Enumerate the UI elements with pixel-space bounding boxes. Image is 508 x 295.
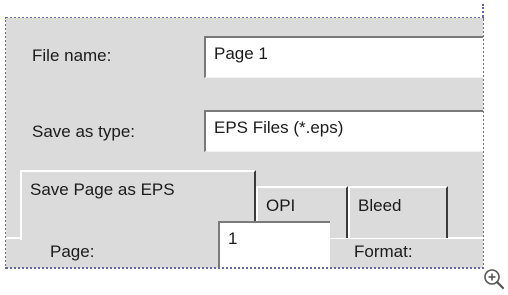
save-dialog-crop: File name: Page 1 Save as type: EPS File… bbox=[6, 18, 483, 268]
file-name-input[interactable]: Page 1 bbox=[204, 36, 483, 78]
file-name-label: File name: bbox=[32, 46, 112, 65]
page-label: Page: bbox=[50, 242, 95, 261]
format-label: Format: bbox=[354, 242, 413, 261]
crop-border-bottom bbox=[6, 267, 484, 269]
zoom-in-icon[interactable] bbox=[483, 268, 505, 290]
save-as-type-label: Save as type: bbox=[32, 122, 136, 141]
save-as-type-select[interactable]: EPS Files (*.eps) bbox=[204, 110, 483, 152]
tab-bleed[interactable]: Bleed bbox=[348, 186, 448, 238]
page-input[interactable]: 1 bbox=[218, 221, 330, 268]
